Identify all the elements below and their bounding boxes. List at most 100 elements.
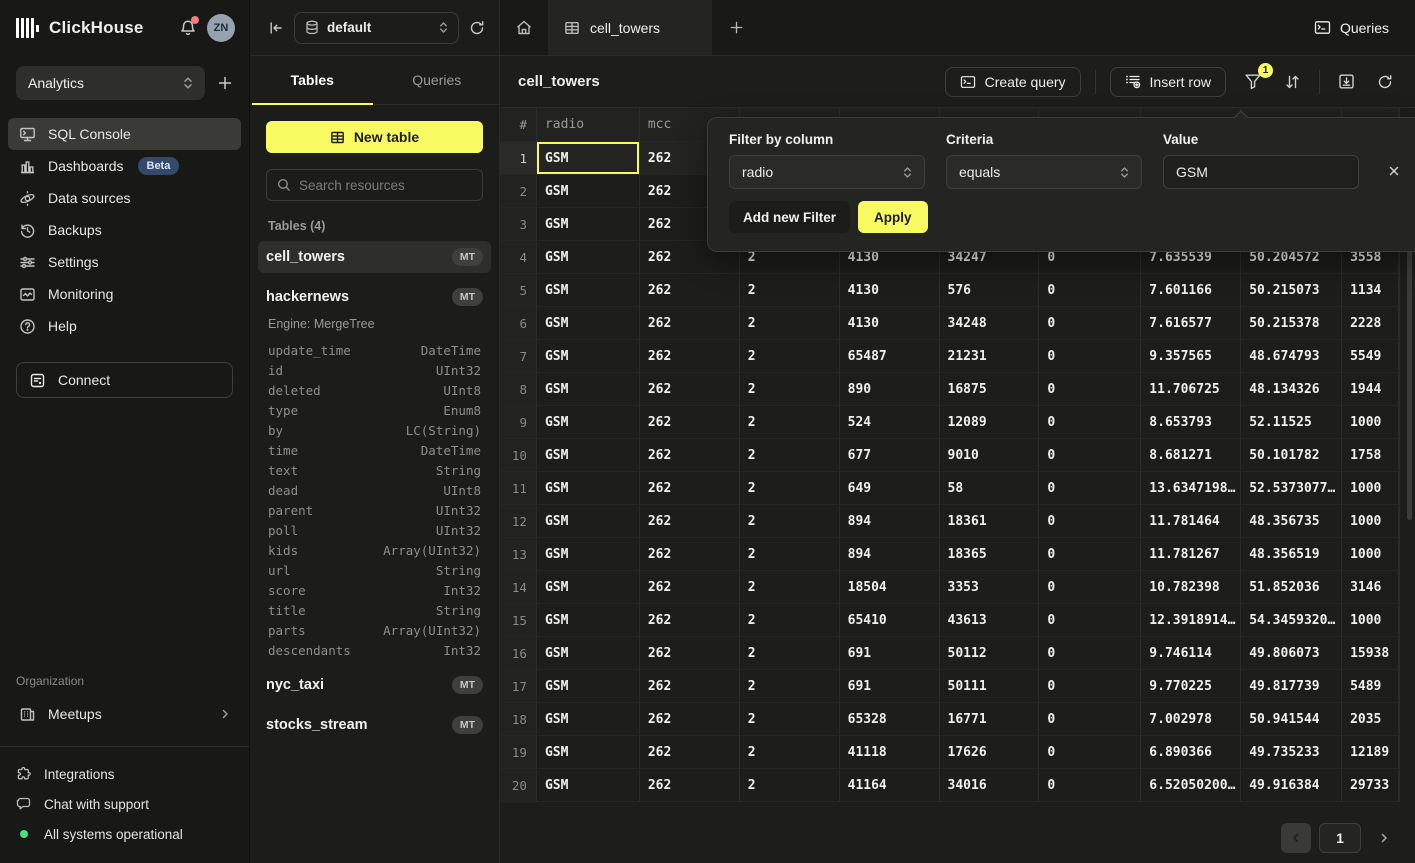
table-cell[interactable]: GSM <box>537 307 640 340</box>
table-cell[interactable]: 10.782398 <box>1141 571 1241 604</box>
table-cell[interactable]: GSM <box>537 439 640 472</box>
table-cell[interactable]: GSM <box>537 373 640 406</box>
table-cell[interactable]: 21231 <box>940 340 1040 373</box>
table-cell[interactable]: 9.770225 <box>1141 670 1241 703</box>
table-cell[interactable]: 7.002978 <box>1141 703 1241 736</box>
sidebar-item-meetups[interactable]: Meetups <box>8 698 241 730</box>
table-cell[interactable]: 2 <box>740 472 840 505</box>
connect-button[interactable]: Connect <box>16 362 233 398</box>
system-status[interactable]: All systems operational <box>16 819 233 849</box>
table-cell[interactable]: 1000 <box>1342 406 1399 439</box>
table-cell[interactable]: 13.6347198… <box>1141 472 1241 505</box>
table-cell[interactable]: 2 <box>740 736 840 769</box>
table-cell[interactable]: 41118 <box>840 736 940 769</box>
table-cell[interactable]: 4130 <box>840 307 940 340</box>
table-cell[interactable]: GSM <box>537 571 640 604</box>
tab-tables[interactable]: Tables <box>250 56 375 104</box>
table-cell[interactable]: 7.616577 <box>1141 307 1241 340</box>
row-number-header[interactable]: # <box>500 108 537 142</box>
table-cell[interactable]: 5489 <box>1342 670 1399 703</box>
database-select[interactable]: default <box>294 12 459 44</box>
table-cell[interactable]: GSM <box>537 637 640 670</box>
table-cell[interactable]: 262 <box>640 604 740 637</box>
workspace-select[interactable]: Analytics <box>16 66 205 100</box>
table-cell[interactable]: 1000 <box>1342 505 1399 538</box>
table-cell[interactable]: 2 <box>740 604 840 637</box>
table-cell[interactable]: 0 <box>1039 604 1141 637</box>
table-cell[interactable]: 2 <box>740 571 840 604</box>
table-cell[interactable]: GSM <box>537 274 640 307</box>
table-cell[interactable]: 2035 <box>1342 703 1399 736</box>
table-cell[interactable]: 2 <box>740 637 840 670</box>
table-cell[interactable]: 2 <box>740 439 840 472</box>
table-cell[interactable]: 2 <box>740 340 840 373</box>
refresh-icon[interactable] <box>469 20 485 36</box>
table-cell[interactable]: 4130 <box>840 274 940 307</box>
table-cell[interactable]: 262 <box>640 274 740 307</box>
tab-cell-towers[interactable]: cell_towers <box>548 0 712 55</box>
table-cell[interactable]: 65487 <box>840 340 940 373</box>
table-cell[interactable]: 34016 <box>940 769 1040 802</box>
table-cell[interactable]: 0 <box>1039 373 1141 406</box>
queries-button[interactable]: Queries <box>1314 20 1389 36</box>
add-workspace-button[interactable] <box>217 75 233 91</box>
table-cell[interactable]: 9010 <box>940 439 1040 472</box>
insert-row-button[interactable]: Insert row <box>1110 67 1226 97</box>
table-cell[interactable]: 58 <box>940 472 1040 505</box>
table-cell[interactable]: 1000 <box>1342 538 1399 571</box>
filter-criteria-select[interactable]: equals <box>946 155 1142 189</box>
sidebar-item-settings[interactable]: Settings <box>8 246 241 278</box>
table-cell[interactable]: 6.52050200… <box>1141 769 1241 802</box>
table-cell[interactable]: 9.357565 <box>1141 340 1241 373</box>
collapse-panel-icon[interactable] <box>268 20 284 36</box>
table-cell[interactable]: 3353 <box>940 571 1040 604</box>
table-item-nyc-taxi[interactable]: nyc_taxi MT <box>258 669 491 701</box>
apply-filter-button[interactable]: Apply <box>858 201 928 233</box>
table-cell[interactable]: 262 <box>640 472 740 505</box>
table-cell[interactable]: 2228 <box>1342 307 1399 340</box>
table-cell[interactable]: 5549 <box>1342 340 1399 373</box>
table-cell[interactable]: 52.5373077… <box>1241 472 1342 505</box>
table-cell[interactable]: GSM <box>537 406 640 439</box>
table-cell[interactable]: 41164 <box>840 769 940 802</box>
table-cell[interactable]: 2 <box>740 670 840 703</box>
refresh-icon[interactable] <box>1373 70 1397 94</box>
table-cell[interactable]: 11.781267 <box>1141 538 1241 571</box>
table-cell[interactable]: 0 <box>1039 769 1141 802</box>
table-cell[interactable]: 2 <box>740 373 840 406</box>
close-filter-icon[interactable] <box>1382 159 1406 183</box>
table-cell[interactable]: 2 <box>740 703 840 736</box>
table-cell[interactable]: 65410 <box>840 604 940 637</box>
table-cell[interactable]: 12189 <box>1342 736 1399 769</box>
sidebar-item-backups[interactable]: Backups <box>8 214 241 246</box>
table-cell[interactable]: 1944 <box>1342 373 1399 406</box>
table-cell[interactable]: 262 <box>640 538 740 571</box>
table-cell[interactable]: 18361 <box>940 505 1040 538</box>
table-cell[interactable]: 1000 <box>1342 472 1399 505</box>
table-cell[interactable]: 1758 <box>1342 439 1399 472</box>
table-cell[interactable]: 890 <box>840 373 940 406</box>
table-cell[interactable]: 1134 <box>1342 274 1399 307</box>
table-cell[interactable]: GSM <box>537 241 640 274</box>
next-page-button[interactable] <box>1369 823 1399 853</box>
add-filter-button[interactable]: Add new Filter <box>729 201 850 233</box>
table-cell[interactable]: 0 <box>1039 538 1141 571</box>
table-cell[interactable]: 29733 <box>1342 769 1399 802</box>
avatar[interactable]: ZN <box>207 14 235 42</box>
table-cell[interactable]: 50.215073 <box>1241 274 1342 307</box>
table-cell[interactable]: 0 <box>1039 703 1141 736</box>
table-cell[interactable]: 262 <box>640 736 740 769</box>
table-cell[interactable]: GSM <box>537 340 640 373</box>
table-cell[interactable]: 1000 <box>1342 604 1399 637</box>
table-cell[interactable]: 49.817739 <box>1241 670 1342 703</box>
table-cell[interactable]: 677 <box>840 439 940 472</box>
sidebar-item-monitoring[interactable]: Monitoring <box>8 278 241 310</box>
table-cell[interactable]: 0 <box>1039 637 1141 670</box>
notifications-bell-icon[interactable] <box>179 19 197 37</box>
sidebar-item-sql-console[interactable]: SQL Console <box>8 118 241 150</box>
table-cell[interactable]: 0 <box>1039 505 1141 538</box>
table-cell[interactable]: 262 <box>640 670 740 703</box>
table-cell[interactable]: 262 <box>640 505 740 538</box>
table-cell[interactable]: 262 <box>640 703 740 736</box>
table-cell[interactable]: 0 <box>1039 340 1141 373</box>
